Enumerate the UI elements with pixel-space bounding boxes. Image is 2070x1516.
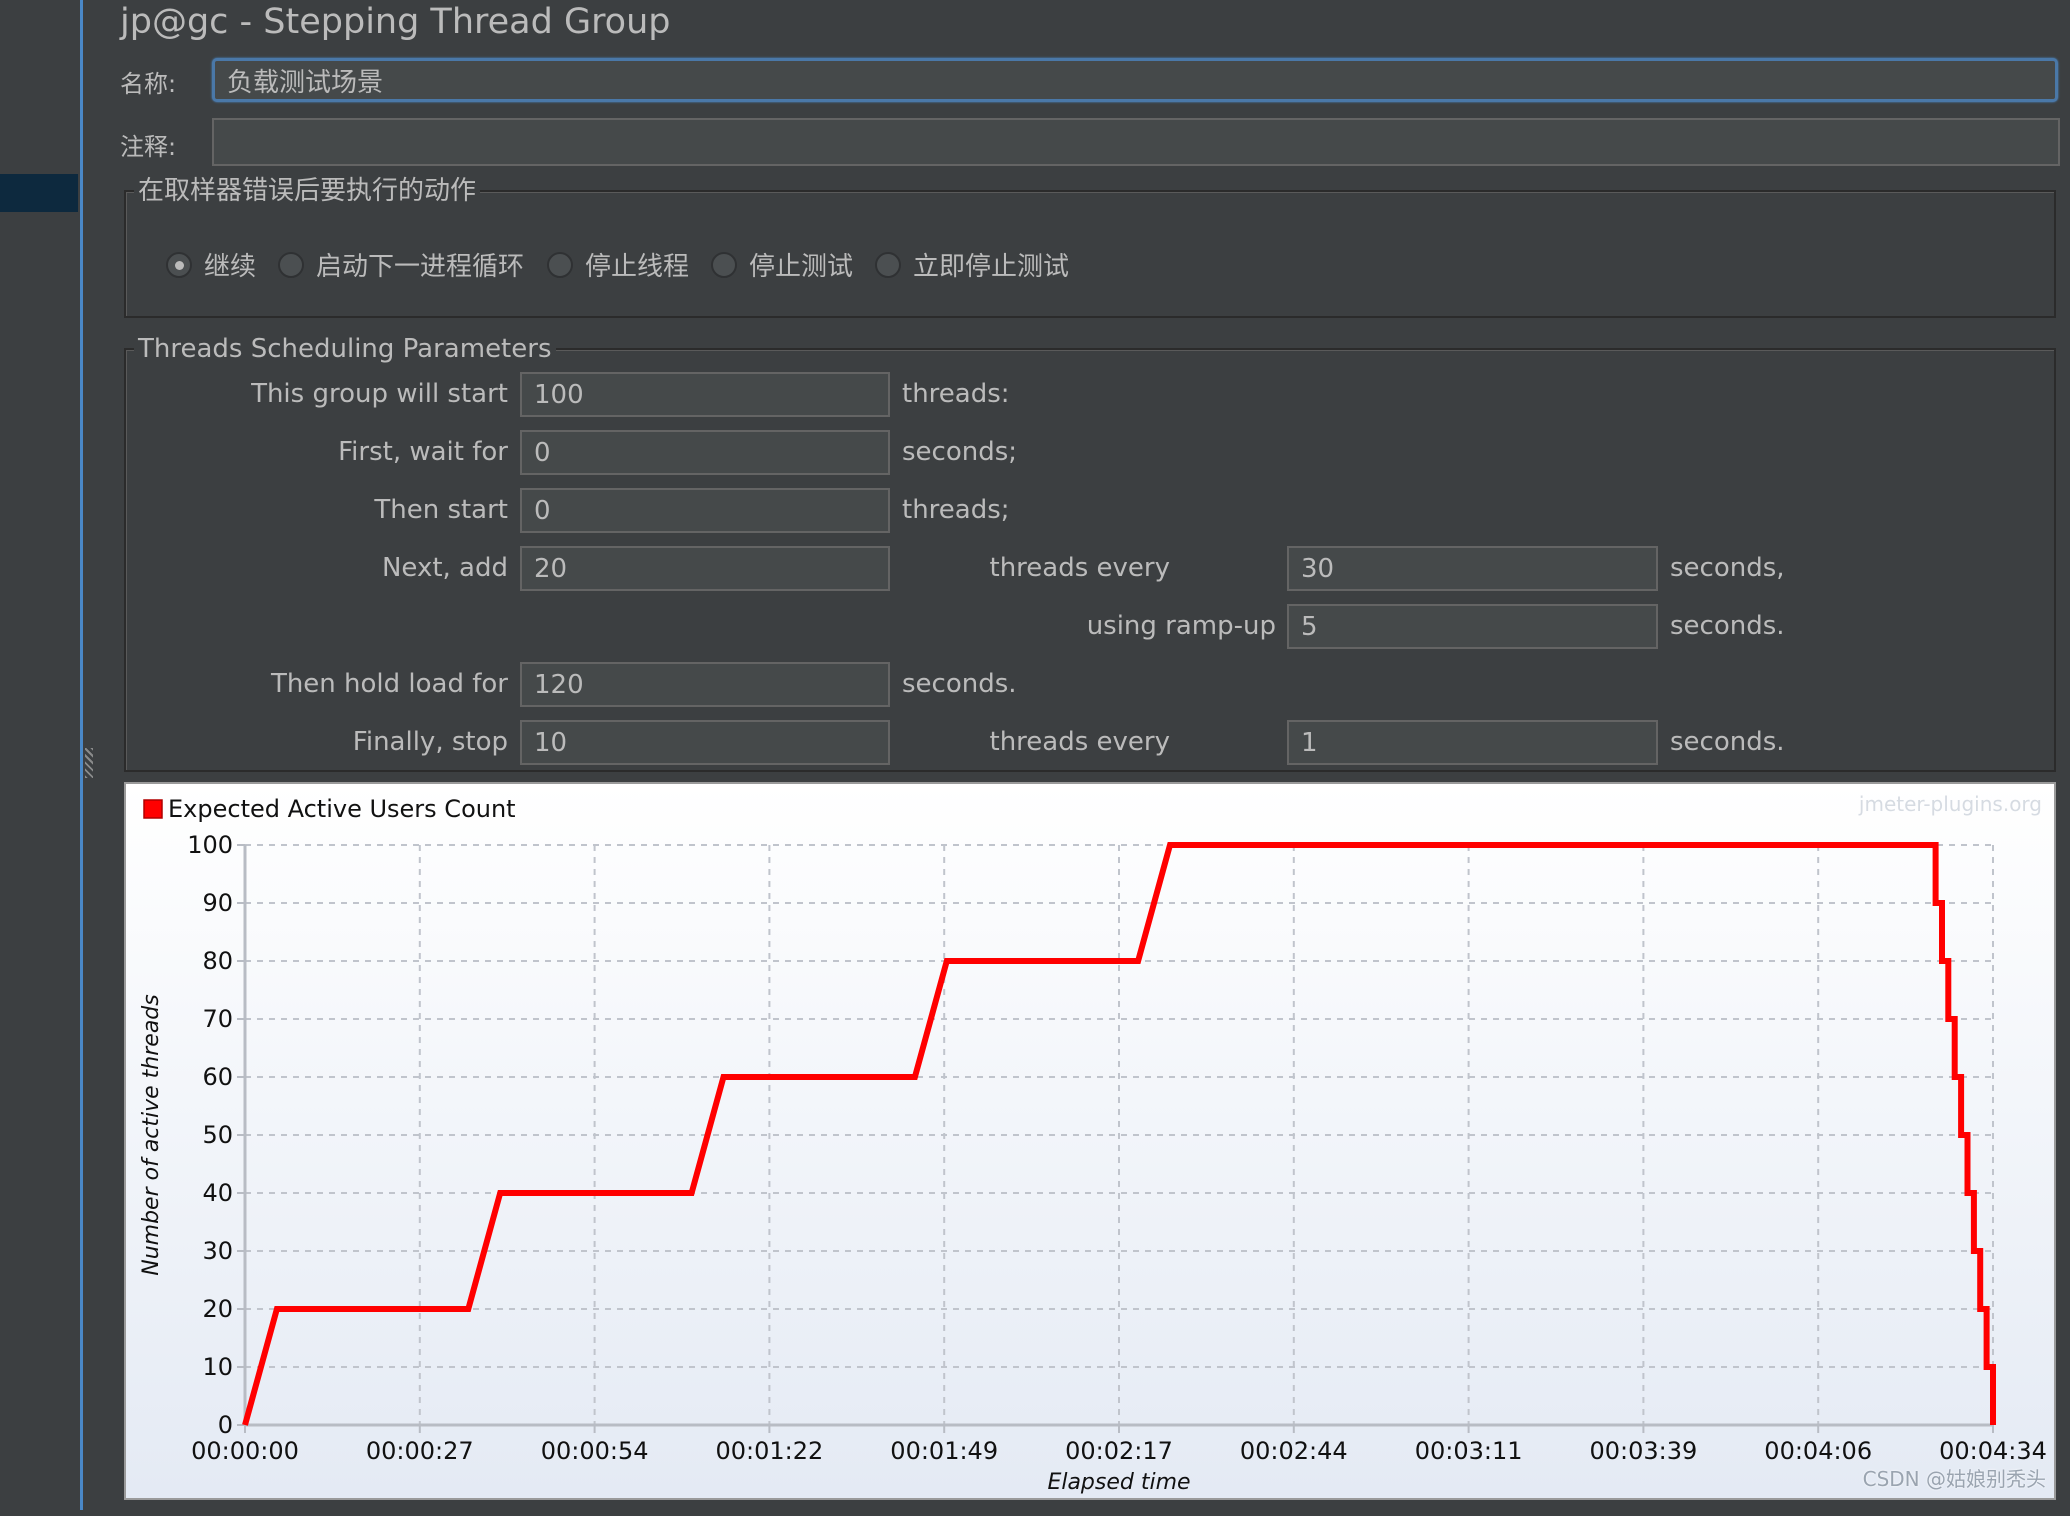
ramp-up-suffix: seconds. — [1670, 611, 1785, 641]
add-every-label: threads every — [989, 553, 1171, 583]
then-start-suffix: threads; — [902, 495, 1010, 525]
x-tick-label: 00:02:44 — [1240, 1437, 1348, 1465]
sidebar-divider[interactable] — [80, 0, 83, 1510]
name-input[interactable]: 负载测试场景 — [212, 58, 2058, 102]
radio-stop-test-now[interactable]: 立即停止测试 — [875, 246, 1069, 283]
tree-sidebar[interactable] — [0, 0, 80, 1516]
x-tick-label: 00:02:17 — [1065, 1437, 1173, 1465]
radio-label: 继续 — [204, 252, 257, 282]
x-tick-label: 00:00:00 — [191, 1437, 299, 1465]
stop-every-input[interactable]: 1 — [1287, 720, 1658, 765]
initial-delay-input[interactable]: 0 — [520, 430, 890, 475]
radio-unselected-icon[interactable] — [547, 251, 573, 278]
y-tick-label: 80 — [202, 947, 233, 975]
y-tick-label: 0 — [218, 1411, 233, 1439]
y-tick-label: 100 — [187, 831, 233, 859]
radio-unselected-icon[interactable] — [278, 251, 304, 278]
ramp-up-label: using ramp-up — [1086, 611, 1276, 641]
then-start-input[interactable]: 0 — [520, 488, 890, 533]
comment-label: 注释: — [120, 133, 177, 161]
y-tick-label: 40 — [202, 1179, 233, 1207]
radio-stop-thread[interactable]: 停止线程 — [547, 246, 689, 283]
y-tick-label: 50 — [202, 1121, 233, 1149]
name-label: 名称: — [120, 70, 177, 98]
x-tick-label: 00:01:22 — [716, 1437, 824, 1465]
hold-load-label: Then hold load for — [270, 669, 508, 699]
radio-stop-test[interactable]: 停止测试 — [711, 246, 853, 283]
add-every-input[interactable]: 30 — [1287, 546, 1658, 591]
comment-input[interactable] — [212, 118, 2060, 166]
add-every-suffix: seconds, — [1670, 553, 1785, 583]
y-tick-label: 90 — [202, 889, 233, 917]
finally-stop-label: Finally, stop — [352, 727, 508, 757]
panel-title: jp@gc - Stepping Thread Group — [120, 2, 671, 42]
radio-unselected-icon[interactable] — [711, 251, 737, 278]
x-axis-label: Elapsed time — [1047, 1470, 1190, 1495]
x-tick-label: 00:00:27 — [366, 1437, 474, 1465]
y-tick-label: 70 — [202, 1005, 233, 1033]
radio-unselected-icon[interactable] — [875, 251, 901, 278]
radio-label: 停止线程 — [585, 252, 690, 282]
radio-continue[interactable]: 继续 — [166, 246, 256, 283]
stop-every-label: threads every — [989, 727, 1171, 757]
next-add-label: Next, add — [381, 553, 508, 583]
radio-start-next-loop[interactable]: 启动下一进程循环 — [278, 246, 524, 283]
start-threads-suffix: threads: — [902, 379, 1010, 409]
x-tick-label: 00:00:54 — [541, 1437, 649, 1465]
radio-selected-icon[interactable] — [166, 251, 192, 278]
start-threads-label: This group will start — [251, 379, 508, 409]
x-tick-label: 00:04:34 — [1939, 1437, 2047, 1465]
finally-stop-input[interactable]: 10 — [520, 720, 890, 765]
y-tick-label: 30 — [202, 1237, 233, 1265]
legend-label: Expected Active Users Count — [168, 795, 516, 823]
hold-load-suffix: seconds. — [902, 669, 1017, 699]
hold-load-input[interactable]: 120 — [520, 662, 890, 707]
start-threads-input[interactable]: 100 — [520, 372, 890, 417]
y-tick-label: 10 — [202, 1353, 233, 1381]
x-tick-label: 00:03:11 — [1415, 1437, 1523, 1465]
splitter-grip-icon[interactable] — [85, 748, 93, 778]
then-start-label: Then start — [374, 495, 508, 525]
stop-every-suffix: seconds. — [1670, 727, 1785, 757]
legend-swatch — [143, 799, 163, 819]
chart-panel: jmeter-plugins.org Expected Active Users… — [124, 782, 2056, 1500]
initial-delay-suffix: seconds; — [902, 437, 1018, 467]
scheduling-title: Threads Scheduling Parameters — [134, 334, 556, 364]
csdn-watermark: CSDN @姑娘别秃头 — [1862, 1467, 2046, 1491]
x-tick-label: 00:01:49 — [890, 1437, 998, 1465]
next-add-input[interactable]: 20 — [520, 546, 890, 591]
y-axis-label: Number of active threads — [139, 994, 164, 1276]
radio-label: 停止测试 — [749, 252, 854, 282]
selected-tree-node[interactable] — [0, 174, 78, 212]
y-tick-label: 20 — [202, 1295, 233, 1323]
radio-label: 启动下一进程循环 — [316, 252, 525, 282]
initial-delay-label: First, wait for — [338, 437, 508, 467]
x-tick-label: 00:04:06 — [1764, 1437, 1872, 1465]
y-tick-label: 60 — [202, 1063, 233, 1091]
thread-schedule-chart: Expected Active Users Count 0 10 20 30 40 50 6… — [139, 795, 2047, 1495]
error-action-title: 在取样器错误后要执行的动作 — [134, 176, 481, 206]
ramp-up-input[interactable]: 5 — [1287, 604, 1658, 649]
radio-label: 立即停止测试 — [913, 252, 1070, 282]
x-tick-label: 00:03:39 — [1590, 1437, 1698, 1465]
